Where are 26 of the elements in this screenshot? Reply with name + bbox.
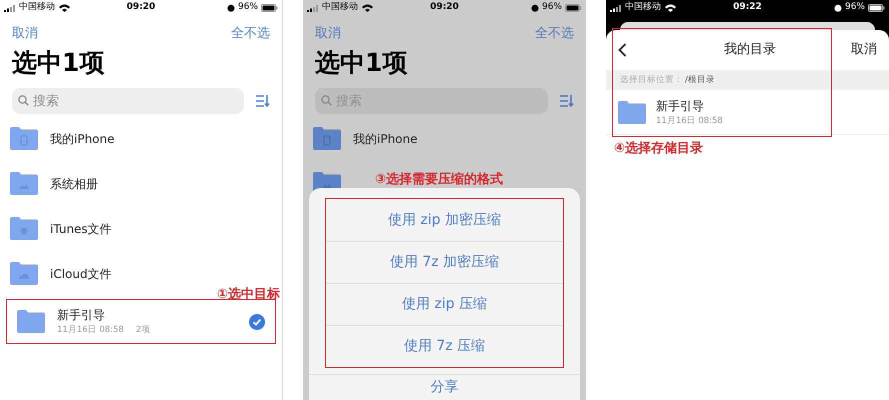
carrier-name: 中国移动 bbox=[19, 1, 55, 14]
folder-date: 11月16日 08:58 bbox=[656, 114, 723, 128]
folder-name: 我的iPhone bbox=[353, 130, 419, 148]
clock-time: 09:22 bbox=[733, 1, 762, 14]
annotation-label: ④选择存储目录 bbox=[614, 140, 704, 158]
path-text: /根目录 bbox=[685, 74, 715, 86]
clock-time: 09:20 bbox=[126, 1, 156, 14]
folder-date: 11月16日 08:58 bbox=[57, 324, 124, 337]
item-count: 2项 bbox=[136, 324, 150, 337]
folder-name: iTunes文件 bbox=[50, 220, 113, 238]
folder-name: 新手引导 bbox=[656, 98, 705, 115]
path-label: 选择目标位置： bbox=[620, 74, 683, 86]
page-title: 选中1项 bbox=[11, 46, 106, 78]
sheet-title: 我的目录 bbox=[724, 41, 776, 60]
folder-name: iCloud文件 bbox=[50, 266, 113, 282]
battery-percent: 96% bbox=[844, 1, 865, 14]
annotation-label: ③选择需要压缩的格式 bbox=[375, 170, 504, 189]
carrier-name: 中国移动 bbox=[625, 1, 661, 14]
battery-percent: 96% bbox=[542, 1, 562, 14]
clock-time: 09:20 bbox=[430, 1, 459, 14]
folder-name: 系统相册 bbox=[50, 176, 99, 192]
battery-percent: 96% bbox=[238, 1, 258, 14]
folder-name: 我的iPhone bbox=[50, 130, 116, 148]
folder-name: 新手引导 bbox=[57, 307, 106, 324]
page-title: 选中1项 bbox=[314, 46, 408, 78]
carrier-name: 中国移动 bbox=[322, 1, 358, 14]
